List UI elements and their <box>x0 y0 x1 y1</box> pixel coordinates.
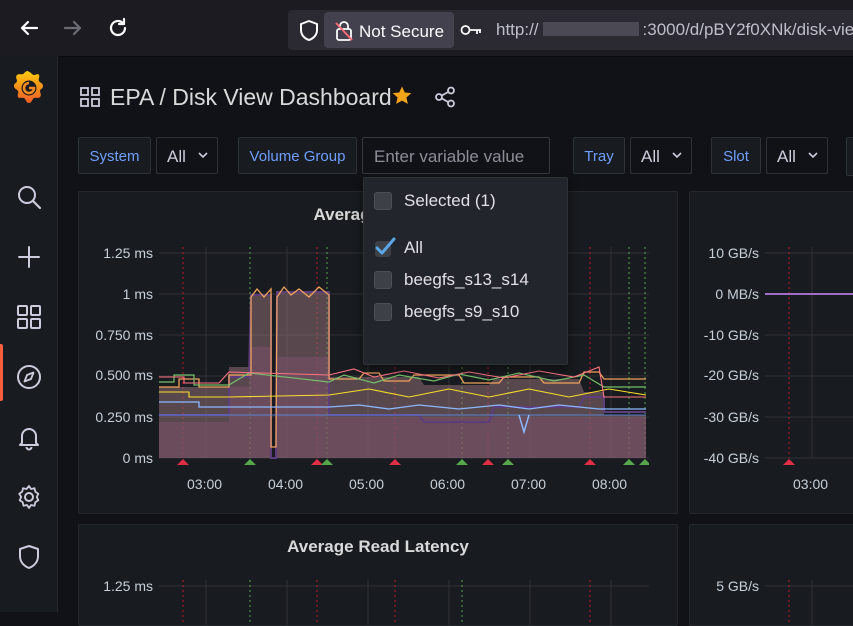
dashboard-grid-icon <box>80 87 100 107</box>
star-icon[interactable] <box>391 85 413 107</box>
url-text[interactable]: http:// :3000/d/pBY2f0XNk/disk-vie <box>496 20 853 40</box>
not-secure-label: Not Secure <box>359 22 445 41</box>
share-icon[interactable] <box>434 86 456 108</box>
dropdown-selected-toggle[interactable]: Selected (1) <box>364 188 567 218</box>
x-tick: 05:00 <box>349 476 385 492</box>
bottom-right-graph[interactable] <box>765 580 853 625</box>
url-prefix: http:// <box>496 20 539 39</box>
dropdown-option-all[interactable]: All <box>364 235 567 265</box>
slot-select-value: All <box>777 147 796 166</box>
forward-arrow-icon[interactable] <box>59 14 87 42</box>
read-latency-graph[interactable] <box>159 580 649 625</box>
volume-group-input[interactable]: Enter variable value <box>362 137 550 174</box>
dropdown-option-beegfs-s9-s10[interactable]: beegfs_s9_s10 <box>364 299 567 329</box>
y-tick: 0.500 ms <box>95 367 153 383</box>
chevron-down-icon <box>672 151 682 159</box>
y-tick: -40 GB/s <box>703 450 759 466</box>
checkmark-icon[interactable] <box>374 236 396 258</box>
y-tick: 0.250 ms <box>95 409 153 425</box>
y-tick: -20 GB/s <box>703 367 759 383</box>
dropdown-option-beegfs-s13-s14[interactable]: beegfs_s13_s14 <box>364 267 567 297</box>
plus-icon[interactable] <box>15 243 43 271</box>
panel-bottom-right[interactable]: 5 GB/s <box>689 524 853 626</box>
x-tick: 06:00 <box>430 476 466 492</box>
y-tick: -30 GB/s <box>703 409 759 425</box>
explore-compass-icon[interactable] <box>15 363 43 391</box>
panel-average-read-latency[interactable]: Average Read Latency 1.25 ms <box>78 524 678 626</box>
volume-group-dropdown: Selected (1) All beegfs_s13_s14 beegfs_s… <box>363 177 568 365</box>
y-tick: 0 ms <box>122 450 153 466</box>
grafana-sidebar <box>0 56 58 612</box>
x-tick: 04:00 <box>268 476 304 492</box>
active-indicator <box>0 344 3 401</box>
next-variable-edge[interactable] <box>846 137 853 176</box>
option-label: beegfs_s9_s10 <box>404 302 520 321</box>
selected-count-label: Selected (1) <box>404 191 496 210</box>
key-icon[interactable] <box>460 22 482 38</box>
broken-lock-icon <box>333 20 355 42</box>
y-tick: 5 GB/s <box>716 578 759 594</box>
variable-label-volume-group: Volume Group <box>238 137 357 174</box>
back-arrow-icon[interactable] <box>15 14 43 42</box>
chevron-down-icon <box>198 151 208 159</box>
throughput-graph[interactable] <box>765 247 853 472</box>
x-tick: 03:00 <box>187 476 223 492</box>
system-select[interactable]: All <box>156 137 218 174</box>
tracking-shield-icon[interactable] <box>296 18 322 44</box>
redacted-host <box>542 22 639 36</box>
y-tick: -10 GB/s <box>703 327 759 343</box>
variable-label-system: System <box>78 137 151 174</box>
tray-select[interactable]: All <box>630 137 692 174</box>
title-separator: / <box>159 84 166 110</box>
option-checkbox[interactable] <box>374 271 392 289</box>
page-title: EPA / Disk View Dashboard <box>110 84 392 111</box>
chevron-down-icon <box>808 151 818 159</box>
settings-gear-icon[interactable] <box>15 483 43 511</box>
url-path: :3000/d/pBY2f0XNk/disk-vie <box>642 20 853 39</box>
option-label: All <box>404 238 423 257</box>
x-tick: 03:00 <box>793 476 829 492</box>
selected-toggle-checkbox[interactable] <box>374 192 392 210</box>
y-tick: 0.750 ms <box>95 327 153 343</box>
browser-toolbar: Not Secure http:// :3000/d/pBY2f0XNk/disk… <box>0 0 853 57</box>
y-tick: 10 GB/s <box>708 245 759 261</box>
option-checkbox[interactable] <box>374 303 392 321</box>
y-tick: 1.25 ms <box>103 578 153 594</box>
admin-shield-icon[interactable] <box>15 543 43 571</box>
x-tick: 07:00 <box>511 476 547 492</box>
dashboards-icon[interactable] <box>15 303 43 331</box>
folder-link[interactable]: EPA <box>110 84 153 110</box>
y-tick: 1.25 ms <box>103 245 153 261</box>
y-tick: 1 ms <box>122 286 153 302</box>
panel-title[interactable]: Average Read Latency <box>79 537 677 557</box>
variable-label-slot: Slot <box>711 137 761 174</box>
url-bar[interactable]: Not Secure http:// :3000/d/pBY2f0XNk/disk… <box>288 10 853 50</box>
grafana-logo-icon[interactable] <box>11 68 47 106</box>
panel-throughput[interactable]: 10 GB/s 0 MB/s -10 GB/s -20 GB/s -30 GB/… <box>689 191 853 514</box>
option-label: beegfs_s13_s14 <box>404 270 529 289</box>
dashboard-title[interactable]: Disk View Dashboard <box>172 84 391 110</box>
system-select-value: All <box>167 147 186 166</box>
not-secure-badge[interactable]: Not Secure <box>324 12 454 48</box>
y-tick: 0 MB/s <box>715 286 759 302</box>
alerting-bell-icon[interactable] <box>15 423 43 451</box>
slot-select[interactable]: All <box>766 137 828 174</box>
variable-label-tray: Tray <box>573 137 625 174</box>
reload-icon[interactable] <box>104 14 132 42</box>
search-icon[interactable] <box>15 183 43 211</box>
tray-select-value: All <box>641 147 660 166</box>
x-tick: 08:00 <box>592 476 628 492</box>
